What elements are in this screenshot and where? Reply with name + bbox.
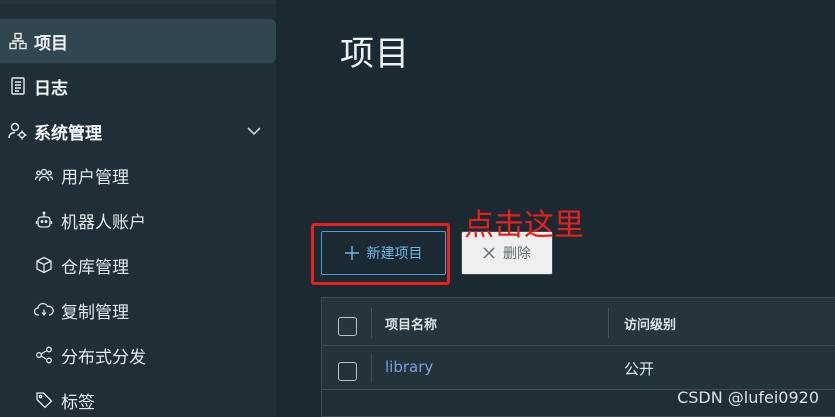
sidebar-item-label: 日志 [34,78,68,99]
robot-icon [34,210,54,230]
annotation-text: 点击这里 [464,208,584,243]
distribution-icon [34,345,54,365]
sidebar-item-users[interactable]: 用户管理 [0,153,276,197]
sidebar-item-label: 分布式分发 [61,347,146,368]
table-header: 项目名称 访问级别 [322,298,835,346]
column-header-access-level[interactable]: 访问级别 [624,314,676,333]
watermark: CSDN @lufei0920 [677,388,819,407]
sidebar-item-distributions[interactable]: 分布式分发 [0,333,276,377]
page-title: 项目 [340,34,410,74]
sidebar-item-robot-accounts[interactable]: 机器人账户 [0,198,276,242]
close-icon [483,247,495,259]
registry-icon [34,255,54,275]
tag-icon [34,390,54,410]
column-divider [371,308,372,338]
sidebar-item-label: 仓库管理 [61,257,129,278]
delete-label: 删除 [503,245,531,261]
users-icon [34,165,54,185]
access-level-cell: 公开 [624,360,655,378]
project-icon [8,31,28,51]
sidebar-item-labels[interactable]: 标签 [0,378,276,417]
project-name-link[interactable]: library [385,358,433,376]
sidebar-top-divider [0,0,276,4]
column-divider [608,308,609,338]
log-icon [8,76,28,96]
app-window: 项目 日志 系统管理 用户管理 机器人账户 仓库管理 复制管理 分布式分发 标签… [0,0,835,417]
system-admin-icon [8,121,28,141]
column-divider [371,353,372,383]
sidebar-item-label: 机器人账户 [61,212,146,233]
sidebar-item-projects[interactable]: 项目 [0,19,276,63]
sidebar-item-label: 系统管理 [34,123,102,144]
chevron-down-icon[interactable] [246,123,262,139]
annotation-highlight-box [311,223,450,285]
table-row: library 公开 [322,346,835,390]
sidebar-item-label: 用户管理 [61,167,129,188]
column-header-project-name[interactable]: 项目名称 [385,314,437,333]
replication-icon [34,300,54,320]
sidebar-item-system-admin[interactable]: 系统管理 [0,109,276,153]
sidebar-item-label: 项目 [34,33,68,54]
sidebar-item-replications[interactable]: 复制管理 [0,288,276,332]
select-all-checkbox[interactable] [338,317,357,336]
row-checkbox[interactable] [338,362,357,381]
sidebar: 项目 日志 系统管理 用户管理 机器人账户 仓库管理 复制管理 分布式分发 标签 [0,0,276,417]
sidebar-item-logs[interactable]: 日志 [0,64,276,108]
sidebar-item-label: 复制管理 [61,302,129,323]
main-content: 项目 新建项目 删除 点击这里 项目名称 访问级别 library 公开 [276,0,835,417]
sidebar-item-label: 标签 [61,392,95,413]
sidebar-item-registries[interactable]: 仓库管理 [0,243,276,287]
